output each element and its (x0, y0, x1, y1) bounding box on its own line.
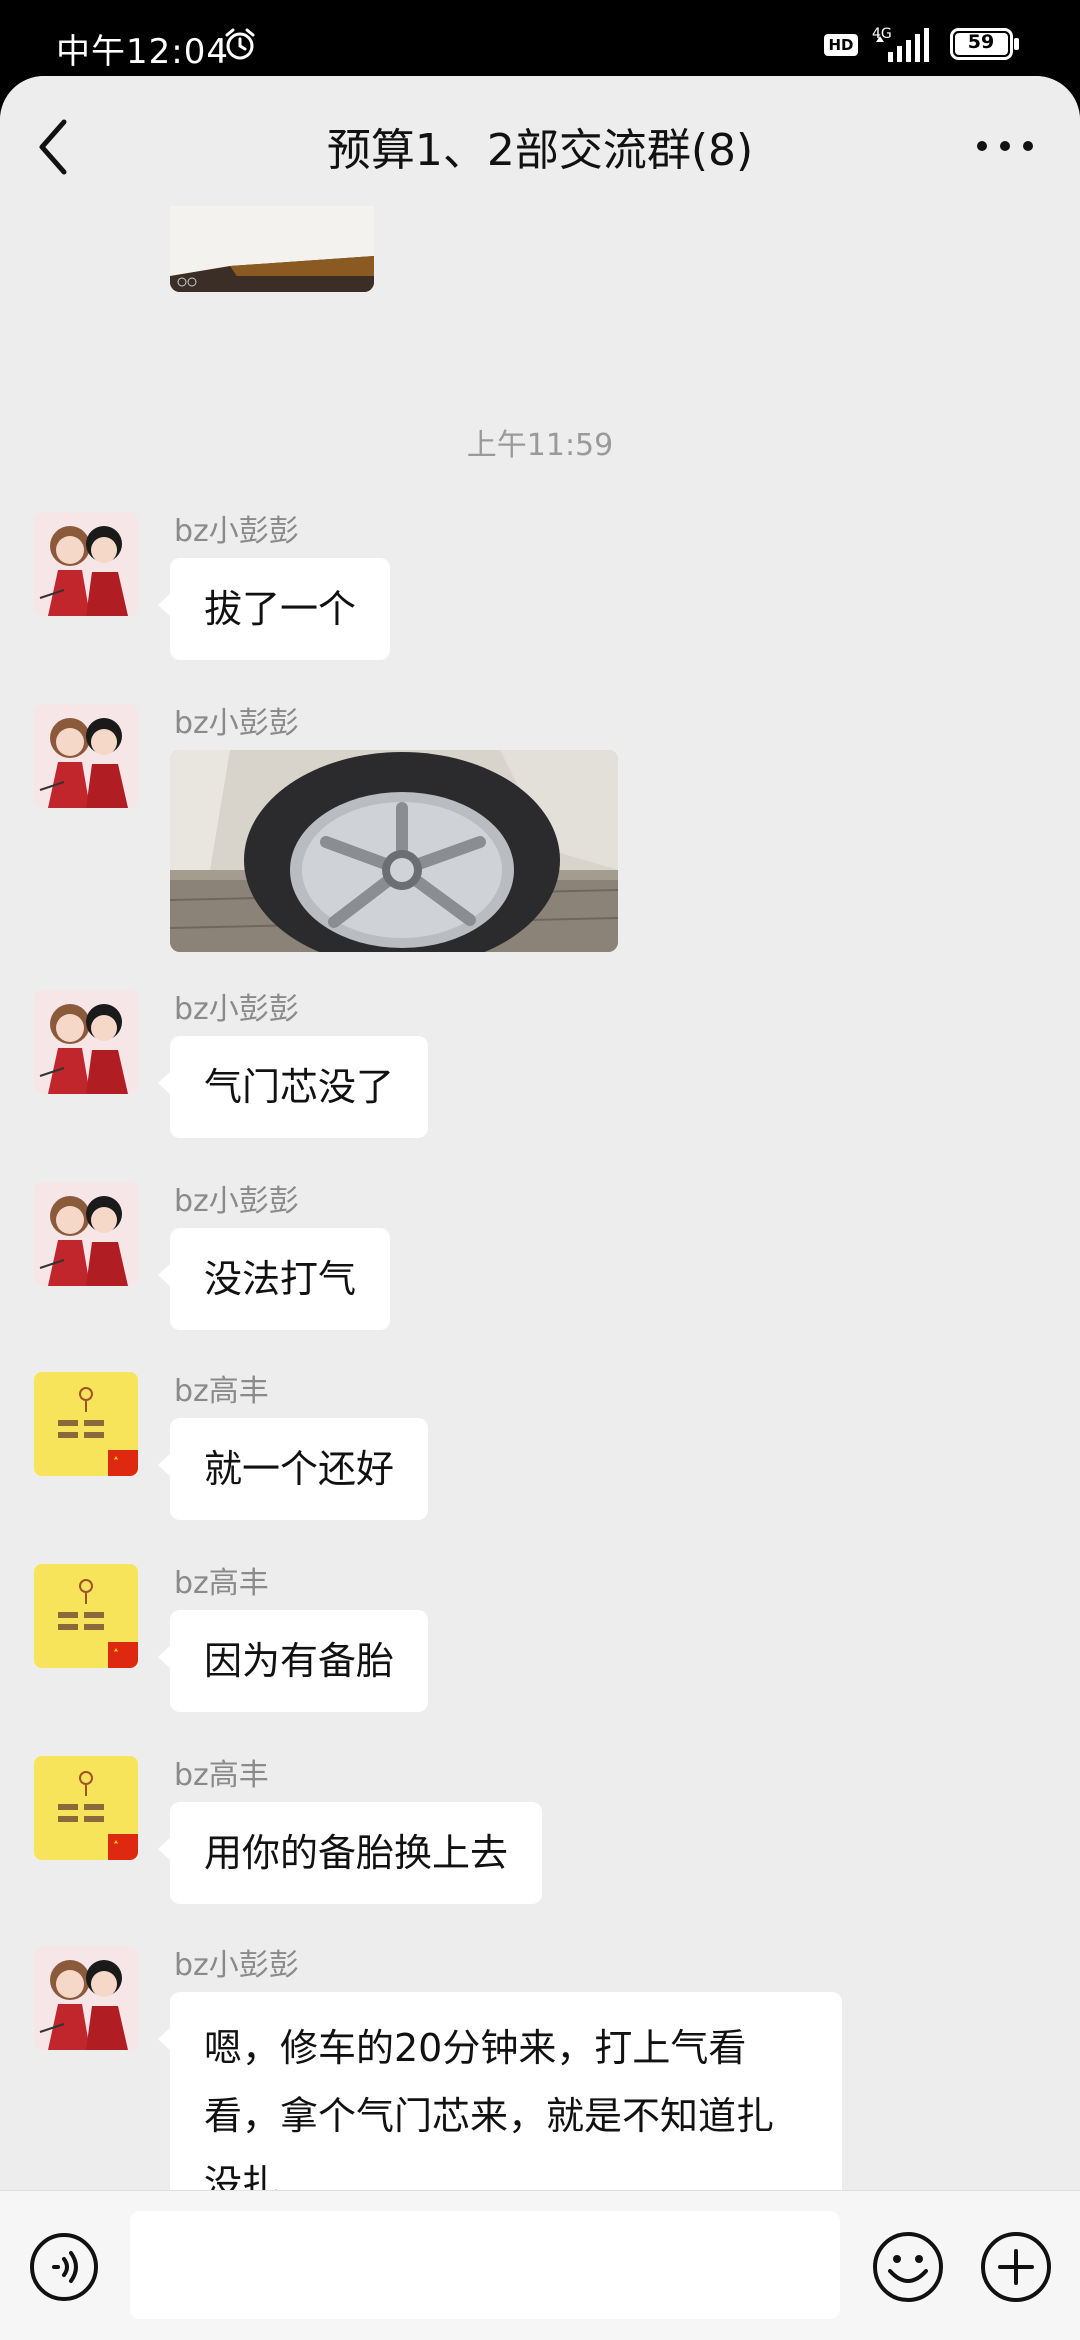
signal-icon (876, 28, 929, 62)
avatar[interactable] (34, 1756, 138, 1860)
status-time: 中午12:04 (56, 32, 229, 72)
message-bubble[interactable]: 因为有备胎 (157, 1610, 429, 1712)
message-list[interactable]: 上午11:59 bz小彭彭 拔了一个 bz小彭彭 bz小彭彭 气门芯没了 bz小… (0, 206, 1080, 2262)
input-bar (0, 2190, 1080, 2340)
voice-input-button[interactable] (28, 2231, 100, 2303)
avatar[interactable] (34, 704, 138, 808)
couple-avatar-icon (34, 1946, 138, 2050)
couple-avatar-icon (34, 990, 138, 1094)
more-options-button[interactable] (970, 126, 1040, 166)
more-functions-button[interactable] (978, 2229, 1054, 2305)
sender-name: bz高丰 (174, 1566, 269, 1601)
yellow-avatar-icon (34, 1564, 138, 1668)
back-button[interactable] (30, 112, 78, 182)
avatar[interactable] (34, 1182, 138, 1286)
message-input[interactable] (130, 2211, 840, 2319)
sender-name: bz小彭彭 (174, 1184, 299, 1219)
avatar[interactable] (34, 990, 138, 1094)
avatar[interactable] (34, 1372, 138, 1476)
message-bubble[interactable]: 拔了一个 (157, 558, 391, 660)
hd-badge: HD (824, 34, 858, 56)
couple-avatar-icon (34, 1182, 138, 1286)
sender-name: bz小彭彭 (174, 706, 299, 741)
sender-name: bz高丰 (174, 1758, 269, 1793)
message-bubble[interactable]: 就一个还好 (157, 1418, 429, 1520)
battery-level: 59 (967, 31, 995, 53)
emoji-button[interactable] (870, 2229, 946, 2305)
sender-name: bz小彭彭 (174, 1948, 299, 1983)
avatar[interactable] (34, 512, 138, 616)
app-root: 中午12:04 HD 4G 59 预算1、2部交流群(8) 上午11:59 bz… (0, 0, 1080, 2340)
sender-name: bz高丰 (174, 1374, 269, 1409)
chat-screen: 预算1、2部交流群(8) 上午11:59 bz小彭彭 拔了一个 bz小彭彭 bz… (0, 76, 1080, 2340)
alarm-icon (225, 28, 255, 60)
car-wheel-photo[interactable] (170, 750, 618, 952)
couple-avatar-icon (34, 704, 138, 808)
partial-image-message[interactable] (170, 206, 374, 292)
chat-header: 预算1、2部交流群(8) (0, 76, 1080, 206)
yellow-avatar-icon (34, 1372, 138, 1476)
timestamp: 上午11:59 (466, 428, 614, 463)
sender-name: bz小彭彭 (174, 992, 299, 1027)
couple-avatar-icon (34, 512, 138, 616)
chat-title: 预算1、2部交流群(8) (326, 125, 754, 176)
yellow-avatar-icon (34, 1756, 138, 1860)
message-bubble[interactable]: 气门芯没了 (157, 1036, 429, 1138)
message-bubble[interactable]: 没法打气 (157, 1228, 391, 1330)
avatar[interactable] (34, 1564, 138, 1668)
avatar[interactable] (34, 1946, 138, 2050)
message-bubble[interactable]: 用你的备胎换上去 (157, 1802, 543, 1904)
status-bar: 中午12:04 HD 4G 59 (0, 0, 1080, 80)
sender-name: bz小彭彭 (174, 514, 299, 549)
